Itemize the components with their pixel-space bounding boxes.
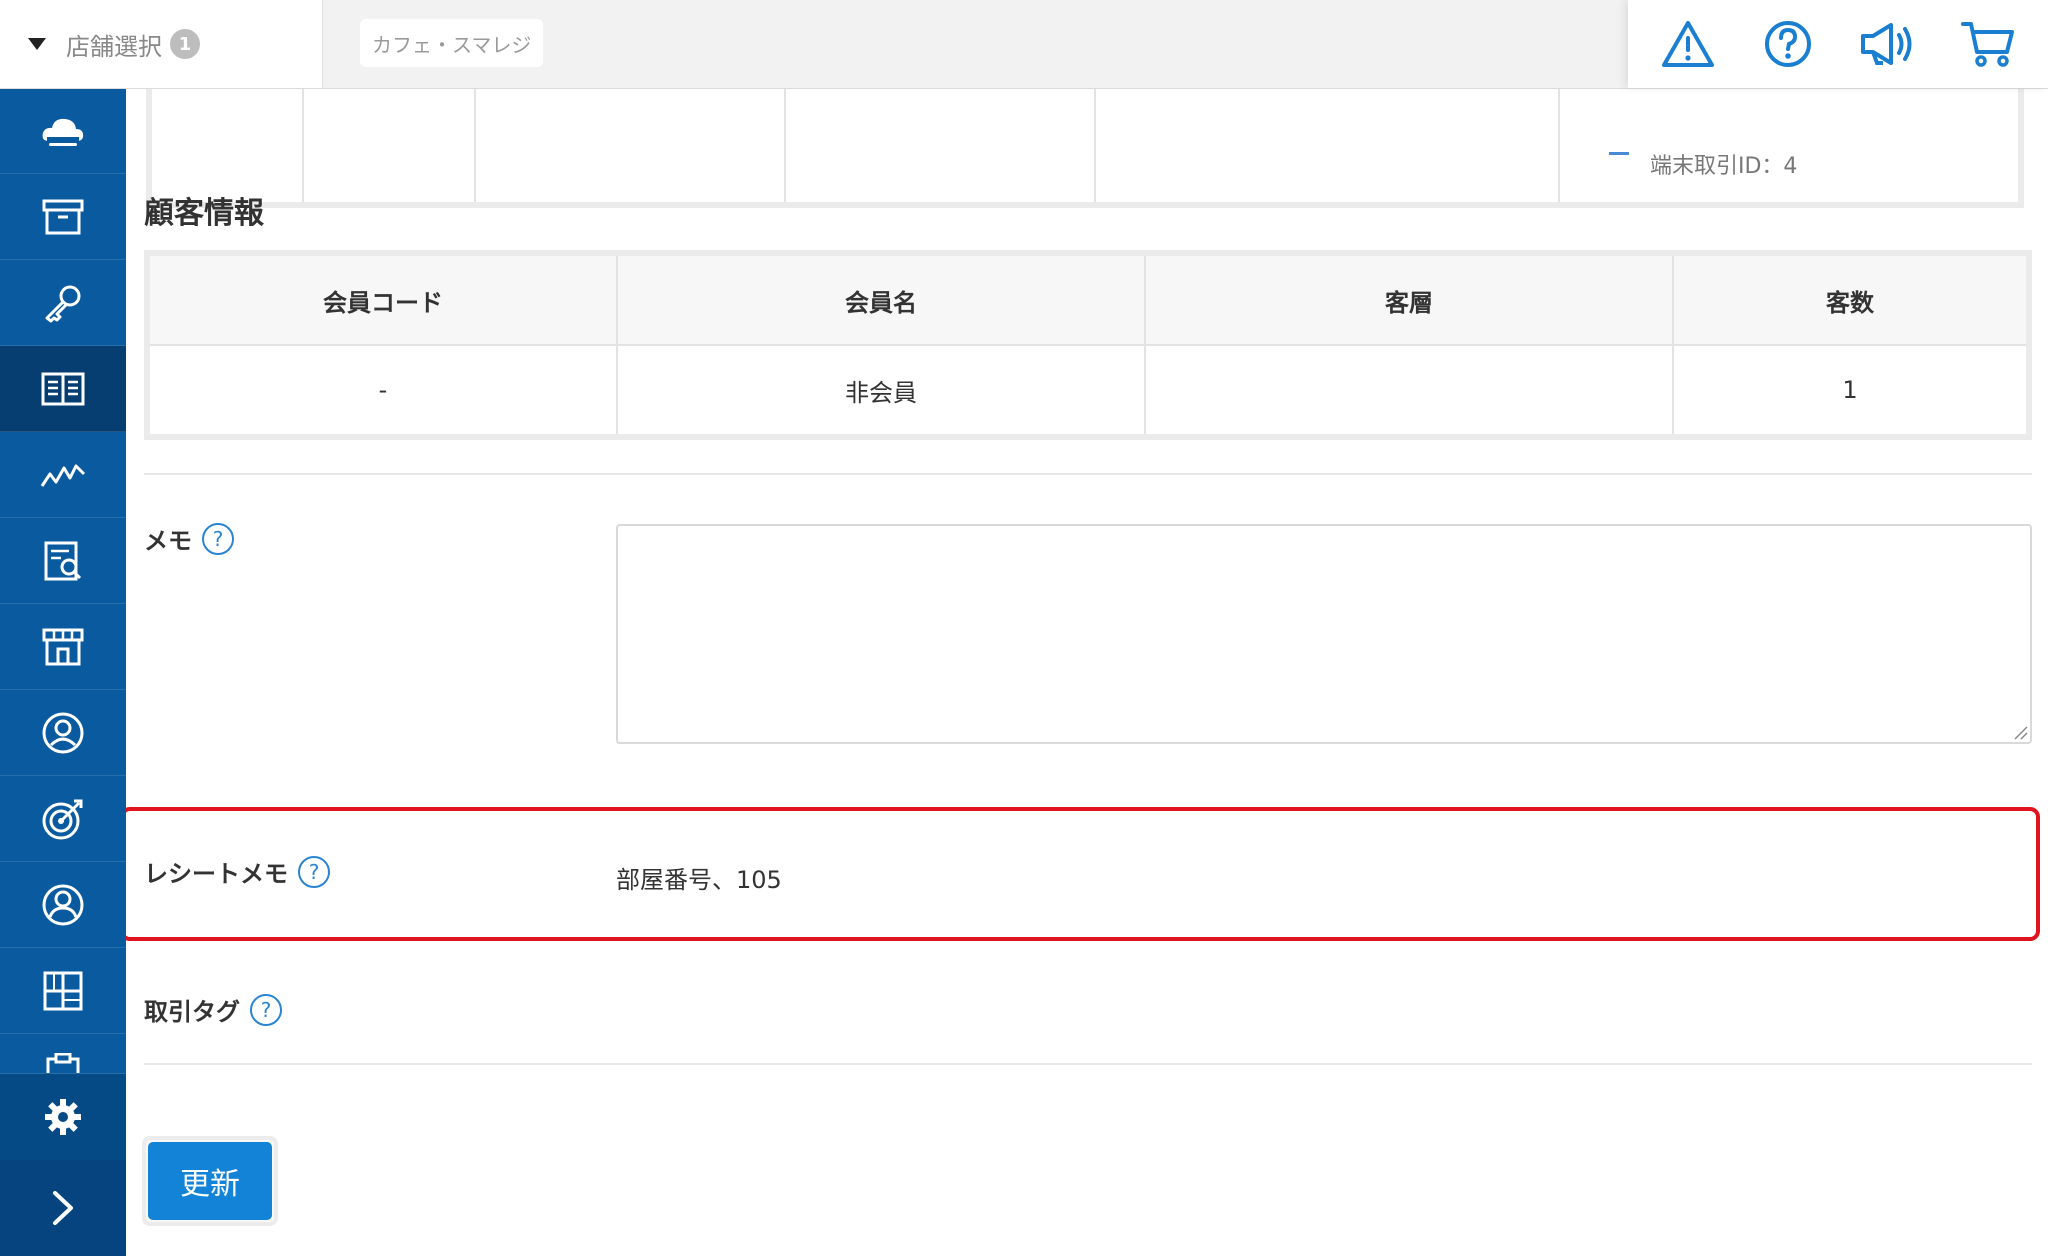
top-bar: 店舗選択 1 カフェ・スマレジ (0, 0, 2048, 89)
update-button-wrapper: 更新 (142, 1136, 278, 1226)
column-header-member-code: 会員コード (146, 252, 618, 346)
header-actions (1628, 0, 2048, 88)
sidebar-item-apps[interactable] (0, 948, 126, 1034)
sidebar-item-cloud[interactable] (0, 88, 126, 174)
book-icon (41, 372, 85, 405)
store-select-dropdown[interactable]: 店舗選択 1 (0, 0, 323, 88)
table-cell (302, 84, 476, 202)
terminal-transaction-id: 端末取引ID：4 (1650, 154, 1798, 179)
cloud-icon (42, 118, 84, 146)
megaphone-icon[interactable] (1858, 14, 1918, 74)
table-cell (152, 84, 304, 202)
sidebar-item-store[interactable] (0, 604, 126, 690)
gear-icon (45, 1099, 81, 1135)
main-content: 端末取引ID：4 顧客情報 会員コード 会員名 客層 客数 - 非会員 1 メモ… (120, 78, 2048, 1256)
sidebar-item-customer[interactable] (0, 862, 126, 948)
caret-down-icon (28, 38, 46, 50)
sidebar-item-target[interactable] (0, 776, 126, 862)
divider (144, 1063, 2032, 1065)
sidebar-item-clipboard[interactable] (0, 1034, 126, 1074)
transaction-tag-help-icon[interactable]: ? (250, 993, 282, 1026)
divider (144, 473, 2032, 475)
help-icon[interactable] (1758, 14, 1818, 74)
receipt-memo-highlight (120, 807, 2040, 941)
clipboard-icon (46, 1053, 80, 1073)
transaction-tag-label: 取引タグ ? (144, 992, 282, 1027)
column-header-member-name: 会員名 (616, 252, 1146, 346)
memo-label-text: メモ (144, 527, 192, 555)
report-search-icon (44, 541, 82, 580)
sidebar-item-staff[interactable] (0, 690, 126, 776)
sidebar-item-key[interactable] (0, 260, 126, 346)
archive-box-icon (42, 199, 84, 234)
table-row: - 非会員 1 (146, 344, 2030, 438)
update-button[interactable]: 更新 (148, 1142, 272, 1220)
cell-customer-segment (1144, 344, 1674, 438)
table-header-row: 会員コード 会員名 客層 客数 (146, 252, 2030, 346)
receipt-memo-label-text: レシートメモ (144, 860, 288, 888)
receipt-memo-help-icon[interactable]: ? (298, 855, 330, 888)
table-cell (784, 84, 1096, 202)
sidebar (0, 88, 126, 1256)
customer-table: 会員コード 会員名 客層 客数 - 非会員 1 (144, 250, 2032, 440)
current-store-chip[interactable]: カフェ・スマレジ (360, 19, 544, 67)
customer-icon (42, 884, 84, 925)
sidebar-item-archive[interactable] (0, 174, 126, 260)
column-header-customer-count: 客数 (1672, 252, 2030, 346)
cell-member-code: - (146, 344, 618, 438)
table-cell (1094, 84, 1560, 202)
memo-help-icon[interactable]: ? (202, 522, 234, 555)
cell-member-name: 非会員 (616, 344, 1146, 438)
cell-customer-count: 1 (1672, 344, 2030, 438)
sidebar-item-report[interactable] (0, 518, 126, 604)
transaction-tag-label-text: 取引タグ (144, 998, 240, 1026)
sidebar-item-book[interactable] (0, 346, 126, 432)
line-chart-icon (40, 464, 86, 487)
memo-label: メモ ? (144, 521, 234, 556)
resize-handle-icon[interactable] (2012, 724, 2028, 740)
store-count-badge: 1 (170, 29, 200, 59)
memo-textarea[interactable] (616, 524, 2032, 744)
column-header-customer-segment: 客層 (1144, 252, 1674, 346)
sidebar-item-analytics[interactable] (0, 432, 126, 518)
store-select-label: 店舗選択 (66, 32, 162, 61)
chevron-right-icon (53, 1191, 73, 1225)
storefront-icon (42, 628, 84, 665)
checkbox-cutoff (1609, 152, 1629, 155)
receipt-memo-value: 部屋番号、105 (616, 866, 782, 894)
table-cell (474, 84, 786, 202)
sidebar-expand-button[interactable] (0, 1160, 126, 1256)
warning-icon[interactable] (1658, 14, 1718, 74)
target-icon (42, 799, 83, 839)
settings-button[interactable] (0, 1074, 126, 1160)
staff-badge-icon (42, 712, 84, 753)
transaction-table-cutoff: 端末取引ID：4 (146, 78, 2024, 208)
cart-icon[interactable] (1958, 14, 2018, 74)
customer-section-title: 顧客情報 (144, 196, 264, 231)
receipt-memo-label: レシートメモ ? (144, 854, 330, 889)
key-icon (45, 285, 81, 322)
grid-apps-icon (43, 971, 83, 1010)
